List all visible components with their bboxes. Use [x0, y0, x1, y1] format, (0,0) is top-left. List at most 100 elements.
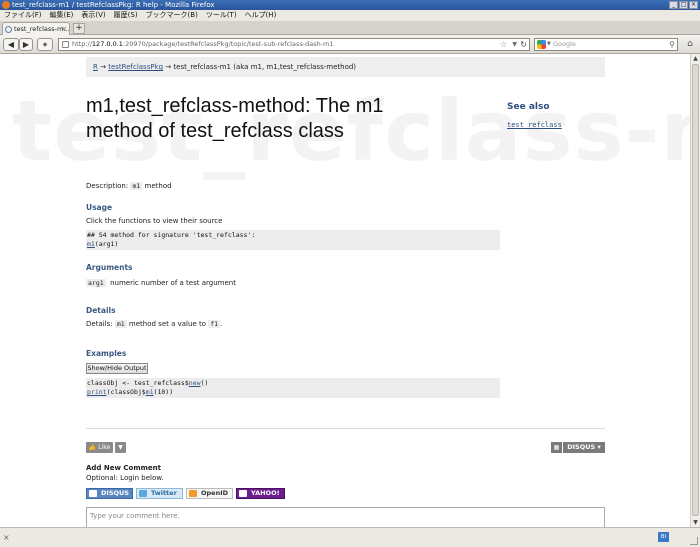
- details-code-m1: m1: [114, 320, 127, 328]
- usage-signature-comment: ## S4 method for signature 'test_refclas…: [87, 231, 256, 239]
- see-also-link[interactable]: test_refclass: [507, 121, 562, 129]
- vertical-scrollbar[interactable]: ▲ ▼: [690, 54, 700, 527]
- examples-code-block: classObj <- test_refclass$new() print(cl…: [86, 378, 500, 398]
- details-label: Details:: [86, 320, 115, 328]
- menu-edit[interactable]: 編集(E): [50, 10, 74, 21]
- resize-grip-icon[interactable]: [690, 537, 698, 545]
- url-host: 127.0.0.1: [91, 40, 123, 48]
- description-text: method: [142, 182, 172, 190]
- url-bar[interactable]: http://127.0.0.1:20970/package/testRefcl…: [58, 38, 530, 51]
- usage-code-block: ## S4 method for signature 'test_refclas…: [86, 230, 500, 250]
- search-engine-dropdown-icon[interactable]: ▼: [547, 39, 551, 50]
- search-bar[interactable]: ▼ Google ⚲: [534, 38, 678, 51]
- menu-bookmarks[interactable]: ブックマーク(B): [146, 10, 198, 21]
- example-m1-link[interactable]: m1: [146, 388, 154, 396]
- usage-args: (arg1): [94, 240, 119, 248]
- page-title: m1,test_refclass-method: The m1 method o…: [86, 95, 384, 142]
- like-button[interactable]: 👍 Like: [86, 442, 113, 453]
- login-disqus-label: DISQUS: [101, 489, 129, 497]
- breadcrumb-topic: test_refclass-m1 (aka m1, m1,test_refcla…: [173, 63, 357, 71]
- minimize-button[interactable]: _: [669, 1, 678, 9]
- page-icon: [62, 41, 69, 48]
- dislike-button[interactable]: ▼: [115, 442, 126, 453]
- arguments-heading: Arguments: [86, 263, 133, 272]
- back-button[interactable]: ◀: [3, 38, 19, 51]
- scroll-thumb[interactable]: [692, 64, 699, 516]
- examples-heading: Examples: [86, 349, 127, 358]
- see-also-heading: See also: [507, 102, 550, 112]
- navigation-toolbar: ◀ ▶ ◈ http://127.0.0.1:20970/package/tes…: [0, 35, 700, 54]
- tab-active[interactable]: test_refclass-m... ×: [2, 22, 70, 35]
- usage-hint: Click the functions to view their source: [86, 217, 223, 225]
- chevron-down-icon: ▾: [597, 443, 601, 451]
- login-openid-button[interactable]: OpenID: [186, 488, 233, 499]
- menu-file[interactable]: ファイル(F): [4, 10, 42, 21]
- thumbs-up-icon: 👍: [88, 444, 97, 451]
- login-yahoo-label: YAHOO!: [251, 489, 280, 497]
- site-identity-icon[interactable]: ◈: [37, 38, 53, 51]
- url-path: :20970/package/testRefclassPkg/topic/tes…: [122, 40, 334, 48]
- tab-close-icon[interactable]: ×: [61, 23, 67, 35]
- example-print-link[interactable]: print: [87, 388, 107, 396]
- status-bar: × BI: [0, 527, 700, 547]
- breadcrumb-separator: →: [97, 63, 109, 71]
- firefox-icon: [2, 1, 10, 9]
- example-code-text: (): [200, 379, 209, 387]
- usage-function-link[interactable]: m1: [87, 240, 95, 248]
- window-titlebar: test_refclass-m1 / testRefclassPkg: R he…: [0, 0, 700, 10]
- example-code-text: (classObj$: [106, 388, 146, 396]
- login-twitter-button[interactable]: Twitter: [136, 488, 183, 499]
- details-end: .: [220, 320, 223, 328]
- login-openid-label: OpenID: [201, 489, 229, 497]
- details-heading: Details: [86, 306, 116, 315]
- menu-history[interactable]: 履歴(S): [114, 10, 138, 21]
- twitter-icon: [139, 490, 147, 497]
- login-yahoo-button[interactable]: YAHOO!: [236, 488, 285, 499]
- disqus-label: DISQUS: [567, 443, 596, 451]
- login-disqus-button[interactable]: DISQUS: [86, 488, 133, 499]
- comments-divider: [86, 428, 605, 429]
- example-code-text: classObj <- test_refclass$: [87, 379, 189, 387]
- details-mid: method set a value to: [126, 320, 209, 328]
- forward-button[interactable]: ▶: [19, 38, 33, 51]
- page-content: test_refclass-m R → testRefclassPkg → te…: [0, 54, 690, 527]
- login-optional-text: Optional: Login below.: [86, 474, 164, 482]
- window-controls: _ □ ×: [669, 1, 698, 9]
- tab-strip: test_refclass-m... × +: [0, 21, 700, 35]
- breadcrumb-package-link[interactable]: testRefclassPkg: [108, 63, 163, 71]
- breadcrumb-separator: →: [163, 63, 174, 71]
- close-statusbar-icon[interactable]: ×: [3, 533, 10, 542]
- bookmark-star-icon[interactable]: ☆: [500, 39, 507, 50]
- argument-name: arg1: [86, 279, 106, 287]
- window-title: test_refclass-m1 / testRefclassPkg: R he…: [12, 1, 215, 9]
- comment-input[interactable]: Type your comment here.: [86, 507, 605, 527]
- new-tab-button[interactable]: +: [73, 23, 85, 34]
- disqus-community-icon[interactable]: ▦: [551, 442, 562, 453]
- menu-help[interactable]: ヘルプ(H): [245, 10, 277, 21]
- disqus-icon: [89, 490, 97, 497]
- details-code-f1: f1: [208, 320, 221, 328]
- argument-description: numeric number of a test argument: [110, 279, 236, 287]
- maximize-button[interactable]: □: [679, 1, 688, 9]
- usage-heading: Usage: [86, 203, 113, 212]
- addon-badge-icon[interactable]: BI: [658, 532, 669, 542]
- login-twitter-label: Twitter: [151, 489, 177, 497]
- home-button[interactable]: ⌂: [683, 38, 697, 51]
- example-new-link[interactable]: new: [189, 379, 201, 387]
- scroll-down-icon[interactable]: ▼: [691, 518, 700, 527]
- show-hide-output-button[interactable]: Show/Hide Output: [86, 363, 148, 374]
- disqus-menu-button[interactable]: DISQUS ▾: [563, 442, 605, 453]
- url-dropdown-icon[interactable]: ▼: [512, 39, 517, 50]
- scroll-up-icon[interactable]: ▲: [691, 54, 700, 63]
- description-label: Description:: [86, 182, 131, 190]
- close-window-button[interactable]: ×: [689, 1, 698, 9]
- like-label: Like: [98, 444, 111, 451]
- google-icon[interactable]: [537, 40, 546, 49]
- search-icon[interactable]: ⚲: [669, 39, 675, 50]
- menu-tools[interactable]: ツール(T): [206, 10, 237, 21]
- search-placeholder: Google: [553, 40, 576, 48]
- details-text: Details: m1 method set a value to f1.: [86, 320, 222, 328]
- openid-icon: [189, 490, 197, 497]
- reload-icon[interactable]: ↻: [520, 39, 527, 50]
- menu-view[interactable]: 表示(V): [81, 10, 105, 21]
